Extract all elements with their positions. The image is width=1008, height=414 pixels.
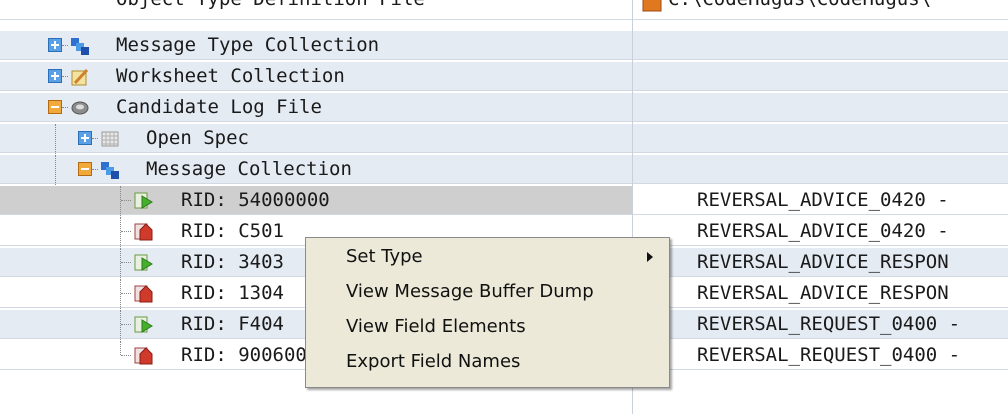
message-green-icon — [134, 192, 153, 209]
tree-row[interactable]: Open Spec — [0, 124, 1008, 154]
tree-connector — [92, 138, 98, 139]
tree-connector — [120, 248, 121, 278]
row-label: Worksheet Collection — [116, 65, 345, 87]
tree-connector — [121, 200, 131, 201]
disk-icon — [71, 101, 89, 115]
tree-row[interactable]: Message Collection — [0, 155, 1008, 185]
menu-item-label: Set Type — [346, 246, 423, 267]
row-label: RID: 1304 — [181, 282, 284, 304]
row-value: REVERSAL_REQUEST_0400 - — [697, 313, 961, 335]
collection-icon — [71, 38, 89, 55]
row-label: RID: C501 — [181, 220, 284, 242]
menu-item-view-field-elements[interactable]: View Field Elements — [306, 311, 669, 343]
row-label: Message Collection — [146, 158, 352, 180]
tree-connector — [62, 76, 68, 77]
tree-connector — [92, 169, 98, 170]
message-red-icon — [134, 285, 153, 303]
row-label: Open Spec — [146, 127, 249, 149]
collapse-icon[interactable] — [78, 162, 92, 176]
message-red-icon — [134, 223, 153, 241]
menu-item-view-message-buffer-dump[interactable]: View Message Buffer Dump — [306, 276, 669, 308]
tree-row[interactable]: Candidate Log File — [0, 93, 1008, 122]
expand-icon[interactable] — [48, 38, 62, 52]
row-value: C:\CodeHugus\CodeHugus\ — [668, 0, 931, 10]
tree-connector — [120, 217, 121, 247]
worksheet-icon — [71, 68, 89, 86]
row-value: REVERSAL_REQUEST_0400 - — [697, 344, 961, 366]
row-label: Message Type Collection — [116, 34, 380, 56]
context-menu: Set Type View Message Buffer Dump View F… — [305, 237, 670, 388]
message-green-icon — [134, 316, 153, 333]
message-green-icon — [134, 254, 153, 271]
tree-connector — [120, 310, 121, 340]
row-value: REVERSAL_ADVICE_0420 - — [697, 220, 949, 242]
expand-icon[interactable] — [78, 131, 92, 145]
tree-connector — [120, 186, 121, 216]
menu-item-label: View Field Elements — [346, 316, 526, 337]
tree-connector — [121, 324, 131, 325]
row-label: Object Type Definition File — [116, 0, 425, 10]
submenu-arrow-icon — [647, 252, 653, 262]
tree-connector — [121, 231, 131, 232]
row-label: Candidate Log File — [116, 96, 322, 118]
tree-connector — [62, 45, 68, 46]
tree-row[interactable]: Worksheet Collection — [0, 62, 1008, 91]
menu-item-label: View Message Buffer Dump — [346, 281, 594, 302]
tree-connector — [55, 124, 56, 154]
row-value: REVERSAL_ADVICE_0420 - — [697, 189, 949, 211]
tree-row[interactable]: Message Type Collection — [0, 31, 1008, 60]
row-value: REVERSAL_ADVICE_RESPON — [697, 251, 949, 273]
row-label: RID: 54000000 — [181, 189, 330, 211]
row-value: REVERSAL_ADVICE_RESPON — [697, 282, 949, 304]
file-icon — [642, 0, 662, 12]
tree-connector — [121, 293, 131, 294]
message-red-icon — [134, 347, 153, 365]
menu-item-label: Export Field Names — [346, 351, 521, 372]
tree-row[interactable]: Object Type Definition File C:\CodeHugus… — [0, 0, 1008, 20]
collapse-icon[interactable] — [48, 100, 62, 114]
menu-item-export-field-names[interactable]: Export Field Names — [306, 346, 669, 378]
tree-connector — [121, 262, 131, 263]
tree-connector — [120, 341, 121, 355]
expand-icon[interactable] — [48, 69, 62, 83]
tree-connector — [120, 279, 121, 309]
tree-connector — [55, 155, 56, 185]
menu-item-set-type[interactable]: Set Type — [306, 241, 669, 273]
tree-row-selected[interactable]: RID: 54000000 REVERSAL_ADVICE_0420 - — [0, 186, 1008, 216]
collection-icon — [101, 162, 119, 179]
spec-grid-icon — [101, 131, 119, 147]
row-label: RID: 3403 — [181, 251, 284, 273]
tree-connector — [121, 355, 131, 356]
row-label: RID: F404 — [181, 313, 284, 335]
tree-connector — [62, 107, 68, 108]
